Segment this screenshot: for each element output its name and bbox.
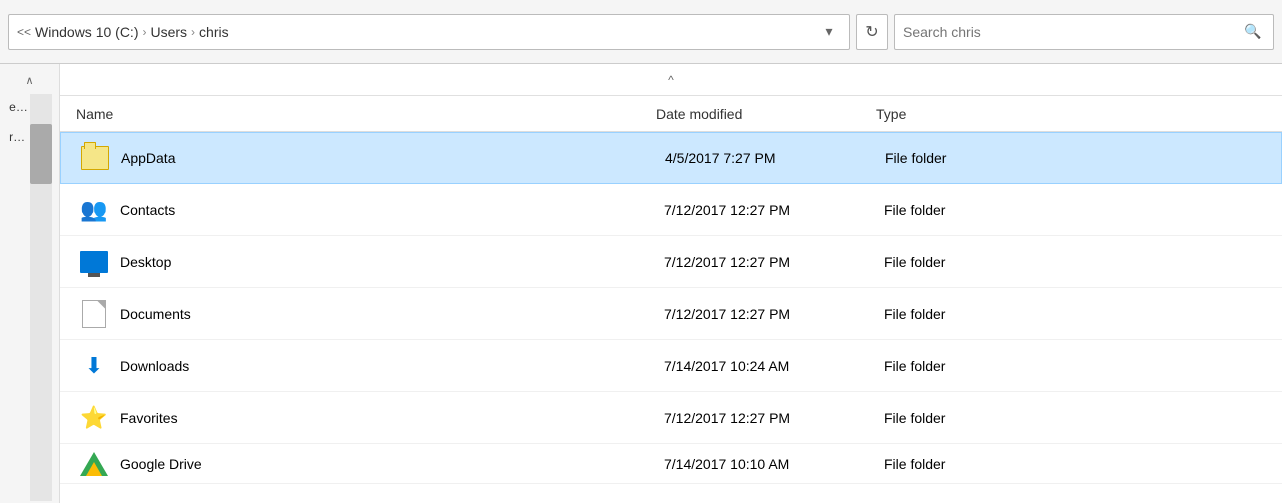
file-date-documents: 7/12/2017 12:27 PM bbox=[664, 306, 884, 322]
column-type-header[interactable]: Type bbox=[876, 106, 1282, 122]
address-separator-1: › bbox=[142, 25, 146, 39]
address-dropdown-icon[interactable]: ▾ bbox=[817, 20, 841, 44]
file-type-contacts: File folder bbox=[884, 202, 1282, 218]
file-list-area: ^ Name Date modified Type AppData 4/5/20… bbox=[60, 64, 1282, 503]
address-separator-2: › bbox=[191, 25, 195, 39]
file-name-google-drive: Google Drive bbox=[120, 456, 664, 472]
file-date-favorites: 7/12/2017 12:27 PM bbox=[664, 410, 884, 426]
file-type-google-drive: File folder bbox=[884, 456, 1282, 472]
file-rows: AppData 4/5/2017 7:27 PM File folder 👥 C… bbox=[60, 132, 1282, 503]
file-type-desktop: File folder bbox=[884, 254, 1282, 270]
file-type-appdata: File folder bbox=[885, 150, 1281, 166]
sidebar-labels: er0 rySe bbox=[5, 92, 27, 503]
sort-row: ^ bbox=[60, 64, 1282, 96]
sidebar-scrollbar-thumb[interactable] bbox=[30, 124, 52, 184]
address-chevrons-icon: << bbox=[17, 25, 31, 39]
file-icon-contacts: 👥 bbox=[76, 192, 112, 228]
column-name-header[interactable]: Name bbox=[76, 106, 656, 122]
address-segment-drive[interactable]: Windows 10 (C:) bbox=[35, 24, 138, 40]
sidebar-scrollbar[interactable] bbox=[30, 94, 52, 501]
table-row[interactable]: ⬇ Downloads 7/14/2017 10:24 AM File fold… bbox=[60, 340, 1282, 392]
file-type-downloads: File folder bbox=[884, 358, 1282, 374]
file-date-downloads: 7/14/2017 10:24 AM bbox=[664, 358, 884, 374]
file-icon-downloads: ⬇ bbox=[76, 348, 112, 384]
file-date-google-drive: 7/14/2017 10:10 AM bbox=[664, 456, 884, 472]
sidebar-scroll-up[interactable]: ∧ bbox=[0, 68, 59, 92]
sidebar-item-ryse[interactable]: rySe bbox=[5, 122, 27, 152]
file-icon-favorites: ⭐ bbox=[76, 400, 112, 436]
top-bar: << Windows 10 (C:) › Users › chris ▾ ↻ 🔍 bbox=[0, 0, 1282, 64]
file-name-appdata: AppData bbox=[121, 150, 665, 166]
file-date-desktop: 7/12/2017 12:27 PM bbox=[664, 254, 884, 270]
main-area: ∧ er0 rySe ^ Name Date modified Type bbox=[0, 64, 1282, 503]
sidebar-scroll-area: er0 rySe bbox=[5, 92, 54, 503]
refresh-button[interactable]: ↻ bbox=[856, 14, 888, 50]
table-row[interactable]: Google Drive 7/14/2017 10:10 AM File fol… bbox=[60, 444, 1282, 484]
file-name-desktop: Desktop bbox=[120, 254, 664, 270]
address-bar[interactable]: << Windows 10 (C:) › Users › chris ▾ bbox=[8, 14, 850, 50]
file-name-contacts: Contacts bbox=[120, 202, 664, 218]
search-input[interactable] bbox=[903, 24, 1241, 40]
column-headers: Name Date modified Type bbox=[60, 96, 1282, 132]
table-row[interactable]: ⭐ Favorites 7/12/2017 12:27 PM File fold… bbox=[60, 392, 1282, 444]
table-row[interactable]: Documents 7/12/2017 12:27 PM File folder bbox=[60, 288, 1282, 340]
sidebar-item-er0[interactable]: er0 bbox=[5, 92, 27, 122]
file-type-documents: File folder bbox=[884, 306, 1282, 322]
sidebar: ∧ er0 rySe bbox=[0, 64, 60, 503]
address-segment-users[interactable]: Users bbox=[150, 24, 187, 40]
search-icon[interactable]: 🔍 bbox=[1241, 20, 1265, 44]
file-type-favorites: File folder bbox=[884, 410, 1282, 426]
file-icon-desktop bbox=[76, 244, 112, 280]
file-name-downloads: Downloads bbox=[120, 358, 664, 374]
address-segment-chris[interactable]: chris bbox=[199, 24, 229, 40]
table-row[interactable]: AppData 4/5/2017 7:27 PM File folder bbox=[60, 132, 1282, 184]
file-name-documents: Documents bbox=[120, 306, 664, 322]
column-date-header[interactable]: Date modified bbox=[656, 106, 876, 122]
file-icon-appdata bbox=[77, 140, 113, 176]
table-row[interactable]: 👥 Contacts 7/12/2017 12:27 PM File folde… bbox=[60, 184, 1282, 236]
file-name-favorites: Favorites bbox=[120, 410, 664, 426]
file-date-contacts: 7/12/2017 12:27 PM bbox=[664, 202, 884, 218]
search-bar[interactable]: 🔍 bbox=[894, 14, 1274, 50]
file-icon-documents bbox=[76, 296, 112, 332]
table-row[interactable]: Desktop 7/12/2017 12:27 PM File folder bbox=[60, 236, 1282, 288]
file-icon-google-drive bbox=[76, 446, 112, 482]
sort-up-button[interactable]: ^ bbox=[668, 73, 674, 87]
file-date-appdata: 4/5/2017 7:27 PM bbox=[665, 150, 885, 166]
